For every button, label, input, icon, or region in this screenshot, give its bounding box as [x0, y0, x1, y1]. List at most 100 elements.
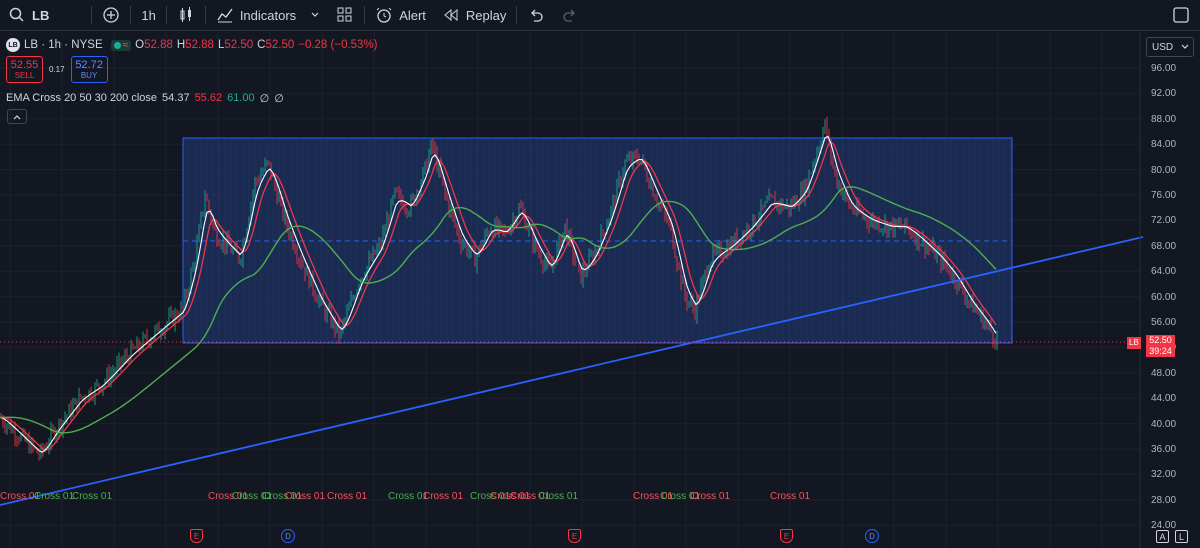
log-scale-button[interactable]: L [1175, 530, 1188, 543]
plus-circle-icon [103, 7, 119, 23]
alarm-clock-icon [376, 7, 392, 23]
close-value: 52.50 [265, 39, 295, 51]
indicators-icon [217, 8, 233, 23]
cross-signal-label: Cross 01 [34, 491, 75, 502]
rewind-icon [444, 8, 458, 22]
divider [204, 6, 206, 24]
currency-select[interactable]: USD [1146, 37, 1194, 57]
open-value: 52.88 [144, 39, 173, 51]
interval-button[interactable]: 1h [133, 0, 163, 31]
last-price-symbol-tag: LB [1127, 337, 1141, 349]
divider [130, 6, 132, 24]
last-price-tag: 52.50 39:24 [1146, 335, 1175, 357]
dividend-marker[interactable]: D [281, 529, 295, 543]
price-tick-label: 40.00 [1151, 418, 1177, 430]
market-open-icon [113, 41, 121, 49]
price-tick-label: 32.00 [1151, 469, 1177, 481]
replay-button[interactable]: Replay [434, 0, 514, 31]
alert-label: Alert [399, 7, 426, 23]
price-tick-label: 56.00 [1151, 317, 1177, 328]
indicator-legend[interactable]: EMA Cross 20 50 30 200 close 54.37 55.62… [6, 92, 284, 105]
price-tick-label: 68.00 [1151, 240, 1177, 252]
symbol-title[interactable]: LB · 1h · NYSE [24, 39, 103, 51]
sell-price: 52.55 [10, 59, 39, 71]
divider [516, 6, 518, 24]
price-tick-label: 48.00 [1151, 367, 1177, 379]
fullscreen-icon[interactable] [1172, 6, 1190, 24]
alert-button[interactable]: Alert [367, 0, 434, 31]
cross-signal-label: Cross 01 [285, 491, 326, 502]
divider [364, 6, 366, 24]
indicator-value-3: 61.00 [227, 92, 255, 104]
indicator-value-1: 54.37 [162, 92, 190, 104]
company-logo: LB [6, 38, 20, 52]
open-key: O [135, 39, 145, 51]
chevron-down-icon[interactable] [310, 10, 320, 20]
replay-label: Replay [465, 7, 507, 23]
templates-button[interactable] [328, 0, 362, 31]
bar-countdown: 39:24 [1149, 346, 1172, 356]
price-tick-label: 84.00 [1151, 139, 1177, 151]
change-value: −0.28 (−0.53%) [298, 39, 378, 51]
buy-price: 52.72 [75, 59, 103, 71]
cross-signal-label: Cross 01 [327, 491, 368, 502]
spread-value: 0.17 [49, 65, 65, 74]
price-tick-label: 36.00 [1151, 444, 1177, 455]
price-tick-label: 80.00 [1151, 164, 1177, 176]
trade-buttons: 52.55 SELL 0.17 52.72 BUY [6, 56, 108, 83]
chart-pane[interactable] [0, 32, 1200, 548]
high-value: 52.88 [185, 39, 214, 51]
layout-grid-icon [337, 7, 352, 22]
top-toolbar: LB 1h Indicators Alert Replay [0, 0, 1200, 31]
candles-icon [180, 7, 191, 22]
undo-button[interactable] [519, 0, 553, 31]
indicators-button[interactable]: Indicators [208, 0, 328, 31]
divider [91, 6, 93, 24]
indicator-value-4: ∅ [259, 93, 270, 105]
dividend-marker[interactable]: D [865, 529, 879, 543]
symbol-legend: LB LB · 1h · NYSE ≈ O52.88 H52.88 L52.50… [6, 38, 378, 52]
indicator-value-2: 55.62 [194, 92, 223, 104]
high-key: H [176, 39, 186, 51]
price-tick-label: 72.00 [1151, 215, 1177, 227]
price-tick-label: 60.00 [1151, 291, 1177, 303]
buy-label: BUY [80, 71, 98, 80]
chevron-up-icon [13, 114, 21, 119]
compare-button[interactable] [94, 0, 128, 31]
cross-signal-label: Cross 01 [538, 491, 579, 502]
sell-label: SELL [14, 71, 35, 80]
earnings-marker[interactable]: E [190, 529, 203, 543]
price-tick-label: 44.00 [1151, 393, 1177, 405]
redo-icon [563, 9, 576, 22]
divider [165, 6, 167, 24]
market-status-badge: ≈ [110, 39, 132, 51]
collapse-legend-button[interactable] [7, 109, 27, 124]
chart-type-button[interactable] [169, 0, 203, 31]
search-icon [9, 7, 24, 22]
indicators-label: Indicators [239, 7, 297, 23]
price-tick-label: 92.00 [1151, 88, 1177, 100]
price-tick-label: 88.00 [1151, 113, 1177, 125]
cross-signal-label: Cross 01 [770, 491, 811, 502]
redo-button[interactable] [553, 0, 587, 31]
cross-signal-label: Cross 01 [423, 491, 464, 502]
price-tick-label: 28.00 [1151, 494, 1177, 506]
currency-label: USD [1152, 41, 1174, 53]
symbol-search[interactable]: LB [0, 0, 57, 31]
cross-signal-label: Cross 01 [388, 491, 429, 502]
indicator-name: EMA Cross 20 50 30 200 close [6, 92, 158, 104]
low-value: 52.50 [224, 39, 254, 51]
sell-button[interactable]: 52.55 SELL [6, 56, 43, 83]
price-tick-label: 96.00 [1151, 63, 1177, 74]
buy-button[interactable]: 52.72 BUY [70, 56, 108, 83]
symbol-label: LB [32, 7, 50, 23]
auto-scale-button[interactable]: A [1156, 530, 1169, 543]
scale-mode-buttons: A L [1156, 530, 1188, 543]
wave-icon: ≈ [122, 39, 129, 51]
indicator-value-5: ∅ [274, 93, 284, 105]
earnings-marker[interactable]: E [568, 529, 581, 543]
price-chart[interactable] [0, 32, 1200, 548]
cross-signal-label: Cross 01 [72, 491, 113, 502]
earnings-marker[interactable]: E [780, 529, 793, 543]
chevron-down-icon [1181, 44, 1189, 49]
